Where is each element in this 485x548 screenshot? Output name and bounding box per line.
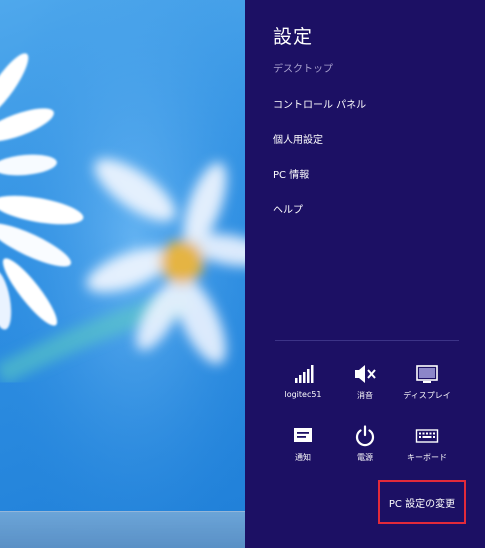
volume-muted-icon xyxy=(355,365,376,383)
display-button[interactable]: ディスプレイ xyxy=(396,363,458,411)
context-label: デスクトップ xyxy=(273,64,333,75)
notifications-label: 通知 xyxy=(295,453,311,462)
menu-item-help[interactable]: ヘルプ xyxy=(273,201,303,216)
network-button[interactable]: logitec51 xyxy=(272,363,334,411)
divider xyxy=(275,340,459,341)
display-icon xyxy=(416,365,438,383)
daisy-wallpaper-image xyxy=(0,0,245,548)
desktop-wallpaper[interactable] xyxy=(0,0,245,548)
notifications-button[interactable]: 通知 xyxy=(272,425,334,473)
power-icon xyxy=(355,425,375,447)
volume-label: 消音 xyxy=(357,391,373,400)
keyboard-button[interactable]: キーボード xyxy=(396,425,458,473)
wifi-signal-icon xyxy=(295,365,314,383)
settings-charm-panel: 設定 デスクトップ コントロール パネル 個人用設定 PC 情報 ヘルプ log… xyxy=(245,0,485,548)
change-pc-settings-label: PC 設定の変更 xyxy=(388,499,456,510)
power-button[interactable]: 電源 xyxy=(334,425,396,473)
menu-item-personalization[interactable]: 個人用設定 xyxy=(273,131,323,146)
network-label: logitec51 xyxy=(284,390,322,399)
display-label: ディスプレイ xyxy=(403,391,451,400)
menu-item-control-panel[interactable]: コントロール パネル xyxy=(273,96,366,111)
change-pc-settings-link[interactable]: PC 設定の変更 xyxy=(378,480,466,524)
notifications-icon xyxy=(294,428,312,442)
volume-button[interactable]: 消音 xyxy=(334,363,396,411)
keyboard-label: キーボード xyxy=(407,453,447,462)
keyboard-icon xyxy=(415,429,439,443)
power-label: 電源 xyxy=(357,453,373,462)
menu-item-pc-info[interactable]: PC 情報 xyxy=(273,166,309,181)
charm-title: 設定 xyxy=(273,26,314,48)
taskbar[interactable] xyxy=(0,511,245,548)
screen: 設定 デスクトップ コントロール パネル 個人用設定 PC 情報 ヘルプ log… xyxy=(0,0,485,548)
